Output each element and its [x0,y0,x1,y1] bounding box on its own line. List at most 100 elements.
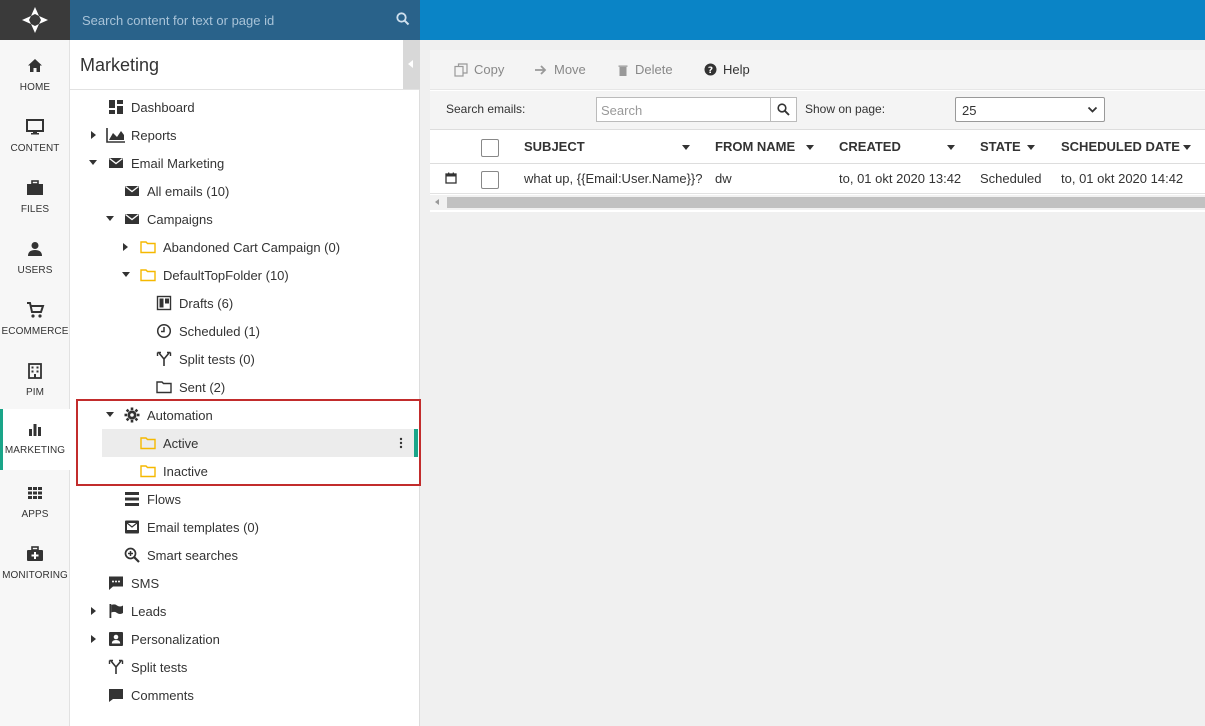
caret-down-icon[interactable] [122,272,130,277]
cell-state: Scheduled [980,171,1042,186]
tree-item-dashboard[interactable]: Dashboard [90,93,390,121]
row-checkbox[interactable] [481,171,499,189]
column-created[interactable]: CREATED [839,139,901,154]
drafts-icon [156,295,172,311]
page-size-value: 25 [962,103,977,118]
page-size-select[interactable]: 25 [955,97,1105,122]
sms-icon [109,576,123,590]
global-search-input[interactable] [82,10,382,30]
tree-item-sent[interactable]: Sent (2) [138,373,398,401]
column-from-name[interactable]: FROM NAME [715,139,795,154]
sort-caret-icon[interactable] [947,145,955,150]
caret-right-icon[interactable] [91,635,96,643]
caret-right-icon[interactable] [91,607,96,615]
tree-item-automation-active[interactable]: Active [122,429,392,457]
search-icon[interactable] [396,12,410,26]
scroll-left-icon[interactable] [435,199,439,205]
envelope-icon [125,185,139,196]
nav-users[interactable]: USERS [0,229,70,290]
trash-icon [618,65,628,76]
cell-from-name: dw [715,171,732,186]
tree-item-campaigns[interactable]: Campaigns [106,205,396,233]
nav-files[interactable]: FILES [0,168,70,229]
caret-down-icon[interactable] [106,412,114,417]
tree-item-reports[interactable]: Reports [90,121,390,149]
cell-scheduled-date: to, 01 okt 2020 14:42 [1061,171,1184,186]
nav-ecommerce-label: ECOMMERCE [1,326,69,337]
sort-caret-icon[interactable] [806,145,814,150]
caret-down-icon[interactable] [106,216,114,221]
building-icon [28,363,42,379]
move-button[interactable]: Move [534,62,586,77]
split-icon [108,659,124,674]
tree-item-label: Flows [147,491,181,507]
tree-item-flows[interactable]: Flows [106,485,396,513]
tree-item-automation-inactive[interactable]: Inactive [122,457,392,485]
tree-item-abandoned-cart[interactable]: Abandoned Cart Campaign (0) [122,233,402,261]
sort-caret-icon[interactable] [682,145,690,150]
tree-item-label: Reports [131,127,177,143]
nav-apps[interactable]: APPS [0,473,70,534]
tree-item-sms[interactable]: SMS [90,569,390,597]
folder-icon [140,465,156,478]
tree-item-comments[interactable]: Comments [90,681,390,709]
folder-icon [140,437,156,450]
svg-text:?: ? [708,66,713,76]
cart-icon [27,302,45,318]
tree-item-label: Personalization [131,631,220,647]
tree-item-default-top-folder[interactable]: DefaultTopFolder (10) [122,261,402,289]
sort-caret-icon[interactable] [1027,145,1035,150]
dashboard-icon [109,100,123,114]
help-label: Help [723,62,750,77]
tree-item-scheduled[interactable]: Scheduled (1) [138,317,398,345]
scrollbar-thumb[interactable] [447,197,1205,208]
bar-chart-icon [29,424,41,436]
tree-item-email-marketing[interactable]: Email Marketing [89,149,390,177]
tree-item-drafts[interactable]: Drafts (6) [138,289,398,317]
app-logo[interactable] [0,0,70,40]
tree-item-email-templates[interactable]: Email templates (0) [106,513,396,541]
email-search-input[interactable] [601,101,761,119]
tree-item-personalization[interactable]: Personalization [90,625,390,653]
delete-button[interactable]: Delete [617,62,673,77]
collapse-panel-button[interactable] [403,40,420,89]
user-icon [28,242,42,256]
caret-right-icon[interactable] [123,243,128,251]
nav-content[interactable]: CONTENT [0,107,70,168]
cell-subject[interactable]: what up, {{Email:User.Name}}? [524,171,703,186]
tree-item-split-tests[interactable]: Split tests [90,653,390,681]
caret-down-icon[interactable] [89,160,97,165]
envelope-icon [109,157,123,168]
tree-item-smart-searches[interactable]: Smart searches [106,541,396,569]
copy-button[interactable]: Copy [454,62,504,77]
tree-item-label: Drafts (6) [179,295,234,311]
nav-marketing[interactable]: MARKETING [0,409,70,470]
caret-right-icon[interactable] [91,131,96,139]
horizontal-scrollbar[interactable] [430,195,1205,210]
tree-item-leads[interactable]: Leads [90,597,390,625]
grid-icon [28,487,42,499]
home-icon [28,59,42,72]
tree-item-split-tests-campaign[interactable]: Split tests (0) [138,345,398,373]
nav-pim-label: PIM [25,387,45,398]
nav-monitoring[interactable]: MONITORING [0,534,70,595]
nav-pim[interactable]: PIM [0,351,70,412]
nav-home[interactable]: HOME [0,46,70,107]
nav-monitoring-label: MONITORING [2,570,68,581]
help-button[interactable]: ? Help [704,62,750,77]
tree-item-all-emails[interactable]: All emails (10) [106,177,396,205]
tree-item-label: SMS [131,575,160,591]
flows-icon [125,492,139,506]
nav-apps-label: APPS [21,509,49,520]
column-scheduled-date[interactable]: SCHEDULED DATE [1061,139,1180,154]
tree-item-label: Dashboard [131,99,195,115]
select-all-checkbox[interactable] [481,139,499,157]
sort-caret-icon[interactable] [1183,145,1191,150]
context-menu-icon[interactable] [399,436,403,450]
nav-users-label: USERS [17,265,53,276]
email-search-button[interactable] [770,97,797,122]
nav-ecommerce[interactable]: ECOMMERCE [0,290,70,351]
tree-item-automation[interactable]: Automation [106,401,396,429]
column-subject[interactable]: SUBJECT [524,139,585,154]
column-state[interactable]: STATE [980,139,1021,154]
